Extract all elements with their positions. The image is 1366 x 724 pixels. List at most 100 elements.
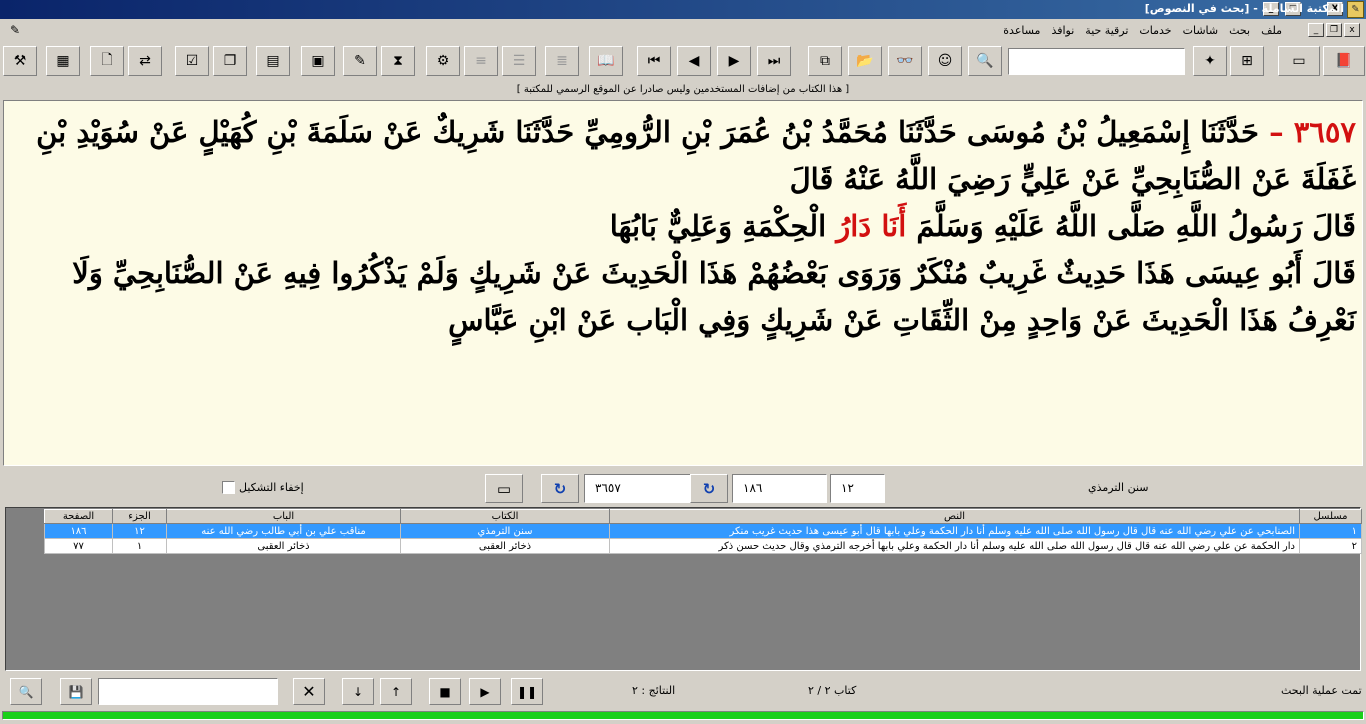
toolbar-button-prev-page[interactable]: ◀: [677, 46, 711, 76]
toolbar-button-next-page[interactable]: ▶: [717, 46, 751, 76]
open-book-button[interactable]: ▭: [485, 474, 523, 503]
tools-icon: ⚒: [13, 53, 27, 69]
toolbar-button-book-gold[interactable]: 📕: [1323, 46, 1365, 76]
toolbar-button-image[interactable]: ▣: [301, 46, 335, 76]
toolbar-button-folder-open[interactable]: 📂: [848, 46, 882, 76]
search-results-button[interactable]: 🔍: [10, 678, 42, 705]
column-header-chapter[interactable]: الباب: [166, 509, 401, 524]
toolbar-button-settings[interactable]: ⚙: [426, 46, 460, 76]
hide-tashkeel-checkbox[interactable]: [222, 481, 235, 494]
hadith-number: ٣٦٥٧: [1293, 115, 1356, 149]
calendar-icon: ▦: [56, 53, 70, 69]
mdi-minimize-button[interactable]: _: [1308, 23, 1324, 37]
toolbar-button-lines[interactable]: ≣: [545, 46, 579, 76]
toolbar-button-search-page[interactable]: 🔍: [968, 46, 1002, 76]
toolbar-button-tree[interactable]: ⊞: [1230, 46, 1264, 76]
play-icon: ▶: [480, 684, 490, 699]
toolbar-button-checklist[interactable]: ☑: [175, 46, 209, 76]
bottom-bar: 🔍 💾 ✕ ↓ ↑ ■ ▶ ❚❚ النتائج : ٢ كتاب ٢ / ٢ …: [0, 674, 1366, 708]
toolbar: ⚒ ▦ 🗋 ⇄ ☑ ❐ ▤ ▣ ✎ ⧗ ⚙ ≡ ☰ ≣ 📖 ⏮ ◀ ▶ ⏭ ⧉ 📂 👓 ☺ 🔍 ✦ ⊞ ▭ 📕: [0, 43, 1366, 80]
toolbar-button-document[interactable]: ▤: [256, 46, 290, 76]
mdi-restore-button[interactable]: ❐: [1326, 23, 1342, 37]
column-header-serial[interactable]: مسلسل: [1299, 509, 1362, 524]
hide-tashkeel-option[interactable]: إخفاء التشكيل: [222, 481, 304, 494]
toolbar-button-open-book[interactable]: 📖: [589, 46, 623, 76]
column-header-book[interactable]: الكتاب: [400, 509, 610, 524]
menu-item-3[interactable]: خدمات: [1139, 24, 1171, 37]
column-header-page[interactable]: الصفحة: [44, 509, 113, 524]
progress-fill: [3, 712, 1363, 719]
head-icon: ☺: [937, 53, 953, 69]
cell-text: دار الحكمة عن علي رضي الله عنه قال قال ر…: [609, 538, 1300, 554]
floppy-icon: 💾: [68, 684, 84, 699]
column-header-text[interactable]: النص: [609, 509, 1300, 524]
title-bar: _ □ X المكتبة الشاملة - [بحث في النصوص] …: [0, 0, 1366, 19]
toolbar-search-input[interactable]: [1008, 48, 1185, 75]
checklist-icon: ☑: [185, 53, 199, 69]
table-row[interactable]: ١٨٦ ١٢ مناقب علي بن أبي طالب رضي الله عنه س…: [44, 523, 1362, 539]
copy-icon: ❐: [223, 53, 237, 69]
toolbar-button-copy[interactable]: ❐: [213, 46, 247, 76]
mdi-close-button[interactable]: x: [1344, 23, 1360, 37]
search-progress-bar: [2, 711, 1364, 720]
hadith-isnad-paragraph: ٣٦٥٧ – حَدَّثَنَا إِسْمَعِيلُ بْنُ مُوسَ…: [10, 109, 1356, 203]
cell-book: سنن الترمذي: [400, 523, 610, 539]
tree-icon: ⊞: [1241, 53, 1253, 69]
menu-item-1[interactable]: بحث: [1229, 24, 1250, 37]
clear-button[interactable]: ✕: [293, 678, 325, 705]
hadith-comment-paragraph: قَالَ أَبُو عِيسَى هَذَا حَدِيثٌ غَرِيبٌ…: [72, 256, 1356, 337]
app-icon: ✎: [1347, 1, 1364, 18]
move-down-button[interactable]: ↓: [342, 678, 374, 705]
menu-item-6[interactable]: مساعدة: [1003, 24, 1040, 37]
toolbar-button-pencil[interactable]: ✎: [343, 46, 377, 76]
table-row[interactable]: ٧٧ ١ ذخائر العقبى ذخائر العقبى دار الحكمة عن…: [44, 538, 1362, 554]
menu-item-5[interactable]: نوافذ: [1051, 24, 1074, 37]
bottom-search-input[interactable]: [98, 678, 278, 705]
menu-item-0[interactable]: ملف: [1261, 24, 1282, 37]
cell-book: ذخائر العقبى: [400, 538, 610, 554]
book-count: كتاب ٢ / ٢: [808, 684, 857, 697]
toolbar-button-tools[interactable]: ⚒: [3, 46, 37, 76]
results-table: الصفحة الجزء الباب الكتاب النص مسلسل ١٨٦…: [44, 509, 1362, 554]
toolbar-button-book-closed[interactable]: ▭: [1278, 46, 1320, 76]
image-icon: ▣: [311, 53, 325, 69]
windows-icon: ⧉: [820, 53, 830, 69]
toolbar-button-new-star[interactable]: ✦: [1193, 46, 1227, 76]
hadith-isnad: حَدَّثَنَا إِسْمَعِيلُ بْنُ مُوسَى حَدَّ…: [36, 115, 1356, 196]
toolbar-button-first-page[interactable]: ⏮: [637, 46, 671, 76]
refresh-icon: ↻: [553, 479, 567, 498]
cell-serial: ٢: [1299, 538, 1362, 554]
toolbar-button-windows[interactable]: ⧉: [808, 46, 842, 76]
book-gold-icon: 📕: [1335, 53, 1353, 69]
toolbar-button-last-page[interactable]: ⏭: [757, 46, 791, 76]
new-star-icon: ✦: [1204, 53, 1216, 69]
toolbar-button-calendar[interactable]: ▦: [46, 46, 80, 76]
save-button[interactable]: 💾: [60, 678, 92, 705]
next-page-icon: ▶: [728, 53, 740, 69]
toolbar-button-binoculars[interactable]: 👓: [888, 46, 922, 76]
menu-item-2[interactable]: شاشات: [1183, 24, 1219, 37]
stop-button[interactable]: ■: [429, 678, 461, 705]
toolbar-button-new-doc[interactable]: 🗋: [90, 46, 124, 76]
toolbar-button-filter[interactable]: ⧗: [381, 46, 415, 76]
part-field[interactable]: ١٢: [830, 474, 885, 503]
column-header-part[interactable]: الجزء: [112, 509, 167, 524]
pause-button[interactable]: ❚❚: [511, 678, 543, 705]
move-up-button[interactable]: ↑: [380, 678, 412, 705]
go-page-button[interactable]: ↻: [690, 474, 728, 503]
play-button[interactable]: ▶: [469, 678, 501, 705]
results-count: النتائج : ٢: [632, 684, 676, 697]
toolbar-button-align[interactable]: ≡: [464, 46, 498, 76]
document-menu-icon[interactable]: ✎: [4, 21, 26, 39]
refresh-icon: ↻: [702, 479, 716, 498]
menu-item-4[interactable]: ترقية حية: [1085, 24, 1128, 37]
compare-icon: ⇄: [139, 53, 151, 69]
book-icon: ▭: [496, 479, 512, 498]
binoculars-icon: 👓: [896, 53, 914, 69]
toolbar-button-compare[interactable]: ⇄: [128, 46, 162, 76]
toolbar-button-head[interactable]: ☺: [928, 46, 962, 76]
navigation-row: إخفاء التشكيل ▭ ↻ ٣٦٥٧ ↻ ١٨٦ ١٢ سنن التر…: [0, 470, 1366, 506]
page-field[interactable]: ١٨٦: [732, 474, 827, 503]
toolbar-button-list[interactable]: ☰: [502, 46, 536, 76]
go-hadith-button[interactable]: ↻: [541, 474, 579, 503]
